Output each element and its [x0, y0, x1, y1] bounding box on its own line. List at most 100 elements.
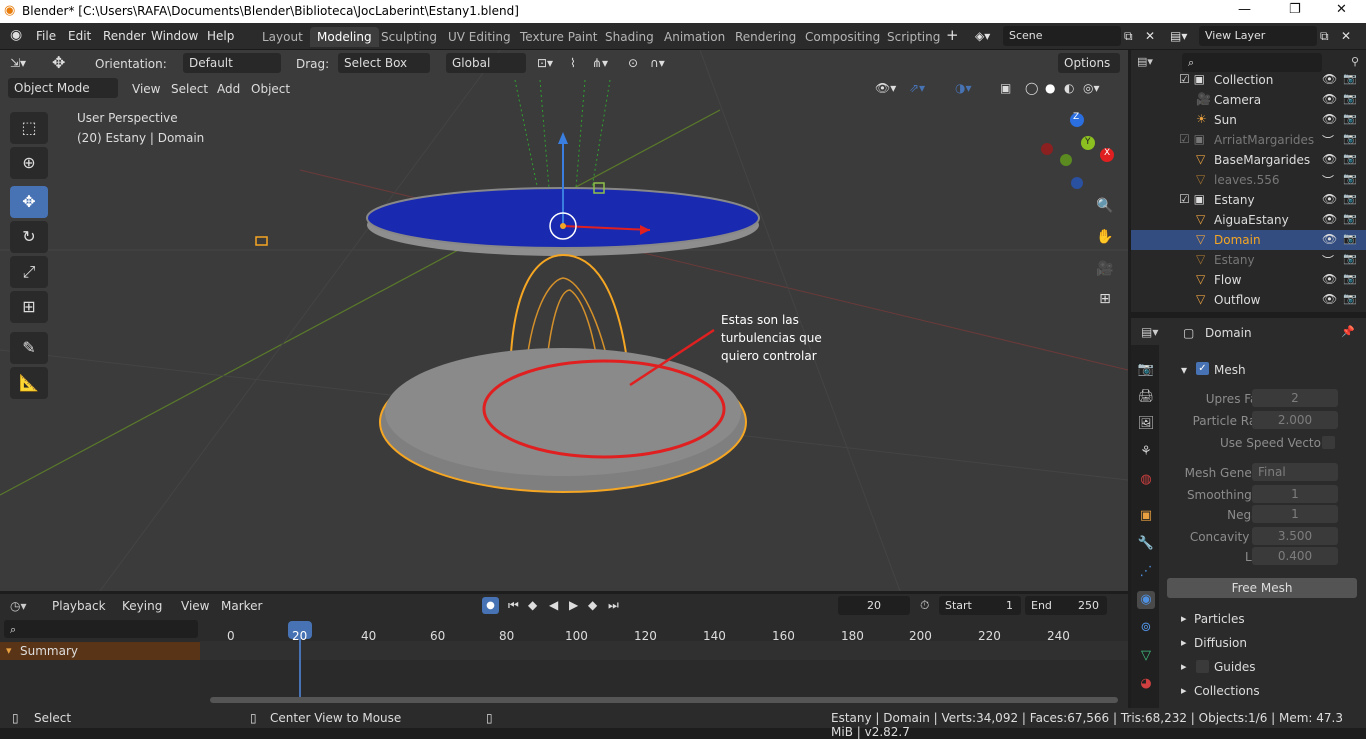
eye-icon[interactable]: 👁 — [1322, 152, 1337, 166]
overlay-icon[interactable]: ◑▾ — [955, 81, 972, 95]
concavity-lower-field[interactable]: 0.400 — [1252, 547, 1338, 565]
tab-modeling[interactable]: Modeling — [310, 27, 379, 47]
pin-icon[interactable]: 📌 — [1341, 325, 1355, 338]
tab-rendering[interactable]: Rendering — [728, 27, 803, 47]
eye-icon[interactable]: 👁 — [1322, 92, 1337, 106]
render-tab-icon[interactable]: 📷 — [1137, 361, 1155, 379]
end-frame-field[interactable]: End 250 — [1025, 596, 1107, 615]
perspective-toggle-icon[interactable]: ⊞ — [1091, 285, 1119, 313]
outliner-row-flow[interactable]: ▽ Flow 👁 📷 — [1131, 270, 1366, 290]
transform-orientation-dropdown[interactable]: Global — [446, 53, 526, 73]
start-frame-field[interactable]: Start 1 — [939, 596, 1021, 615]
transform-tool-icon[interactable]: ⇲▾ — [10, 56, 26, 70]
render-toggle-icon[interactable]: 📷 — [1343, 72, 1357, 85]
view-layer-tab-icon[interactable]: 🖼 — [1137, 415, 1155, 433]
render-toggle-icon[interactable]: 📷 — [1343, 292, 1357, 305]
particles-tab-icon[interactable]: ⋰ — [1137, 563, 1155, 581]
add-workspace-icon[interactable]: + — [946, 26, 959, 44]
falloff-icon[interactable]: ∩▾ — [650, 56, 665, 70]
eye-icon[interactable]: 👁 — [1322, 272, 1337, 286]
menu-edit[interactable]: Edit — [68, 29, 91, 43]
outliner-display-icon[interactable]: ▤▾ — [1137, 55, 1153, 68]
render-toggle-icon[interactable]: 📷 — [1343, 192, 1357, 205]
snap-target-icon[interactable]: ⋔▾ — [592, 56, 608, 70]
summary-collapse-icon[interactable]: ▾ — [6, 644, 12, 657]
eye-icon[interactable]: 👁 — [1322, 292, 1337, 306]
visibility-icon[interactable]: 👁▾ — [875, 81, 896, 95]
outliner-row-leaves[interactable]: ▽ leaves.556 ︶ 📷 — [1131, 170, 1366, 190]
measure-tool-icon[interactable]: 📐 — [10, 367, 48, 399]
cursor-tool-icon[interactable]: ⊕ — [10, 147, 48, 179]
move-gizmo-icon[interactable]: ✥ — [52, 53, 65, 72]
outliner-row-collection[interactable]: Collection ☑ ▣ 👁 📷 — [1131, 70, 1366, 90]
pivot-point-icon[interactable]: ⊡▾ — [537, 56, 553, 70]
scale-tool-icon[interactable]: ⤢ — [10, 256, 48, 288]
eye-icon[interactable]: 👁 — [1322, 232, 1337, 246]
wireframe-shading-icon[interactable]: ◯ — [1025, 81, 1038, 95]
filter-icon[interactable]: ⚲ — [1351, 55, 1359, 68]
menu-file[interactable]: File — [36, 29, 56, 43]
axis-z-icon[interactable]: Z — [1073, 112, 1079, 122]
marker-menu[interactable]: Marker — [221, 599, 262, 613]
mesh-generator-dropdown[interactable]: Final — [1252, 463, 1338, 481]
annotate-tool-icon[interactable]: ✎ — [10, 332, 48, 364]
outliner-row-outflow[interactable]: ▽ Outflow 👁 📷 — [1131, 290, 1366, 310]
physics-tab-icon[interactable]: ◉ — [1137, 591, 1155, 609]
viewport-3d[interactable]: ⇲▾ ✥ Orientation: Default Drag: Select B… — [0, 50, 1128, 591]
jump-start-icon[interactable]: ⏮ — [508, 598, 519, 613]
new-view-layer-icon[interactable]: ⧉ — [1320, 29, 1329, 44]
mesh-enable-checkbox[interactable]: ✓ — [1196, 362, 1209, 375]
eye-icon[interactable]: 👁 — [1322, 212, 1337, 226]
tab-shading[interactable]: Shading — [598, 27, 661, 47]
object-tab-icon[interactable]: ▣ — [1137, 507, 1155, 525]
material-shading-icon[interactable]: ◐ — [1064, 81, 1074, 95]
next-keyframe-icon[interactable]: ◆ — [588, 598, 597, 612]
view-layer-icon[interactable]: ▤▾ — [1170, 29, 1187, 43]
prev-keyframe-icon[interactable]: ◆ — [528, 598, 537, 612]
modifier-tab-icon[interactable]: 🔧 — [1137, 535, 1155, 553]
camera-view-icon[interactable]: 🎥 — [1091, 255, 1119, 283]
render-toggle-icon[interactable]: 📷 — [1343, 132, 1357, 145]
guides-checkbox[interactable] — [1196, 660, 1209, 673]
smoothing-positive-field[interactable]: 1 — [1252, 485, 1338, 503]
scene-name-field[interactable]: Scene — [1003, 26, 1121, 46]
auto-keying-icon[interactable]: ● — [482, 597, 499, 614]
menu-help[interactable]: Help — [207, 29, 234, 43]
current-frame-field[interactable]: 20 — [838, 596, 910, 615]
collections-panel-label[interactable]: Collections — [1194, 684, 1260, 698]
solid-shading-icon[interactable]: ● — [1045, 81, 1055, 95]
guides-panel-label[interactable]: Guides — [1214, 660, 1256, 674]
tab-uv-editing[interactable]: UV Editing — [441, 27, 518, 47]
guides-expand-icon[interactable]: ▸ — [1181, 660, 1187, 673]
timeline-search-input[interactable]: ⌕ — [4, 620, 198, 638]
tab-scripting[interactable]: Scripting — [880, 27, 947, 47]
render-toggle-icon[interactable]: 📷 — [1343, 152, 1357, 165]
xray-icon[interactable]: ▣ — [1000, 81, 1011, 95]
blender-menu-icon[interactable]: ◉ — [10, 27, 22, 43]
particles-panel-label[interactable]: Particles — [1194, 612, 1245, 626]
concavity-upper-field[interactable]: 3.500 — [1252, 527, 1338, 545]
particles-expand-icon[interactable]: ▸ — [1181, 612, 1187, 625]
eye-hidden-icon[interactable]: ︶ — [1322, 172, 1334, 189]
data-tab-icon[interactable]: ▽ — [1137, 647, 1155, 665]
render-toggle-icon[interactable]: 📷 — [1343, 212, 1357, 225]
play-icon[interactable]: ▶ — [569, 598, 578, 612]
timeline-scrollbar[interactable] — [210, 697, 1118, 703]
tab-animation[interactable]: Animation — [657, 27, 732, 47]
eye-hidden-icon[interactable]: ︶ — [1322, 252, 1334, 269]
object-mode-dropdown[interactable]: Object Mode — [8, 78, 118, 98]
outliner-row-domain[interactable]: ▽ Domain 👁 📷 — [1131, 230, 1366, 250]
summary-row[interactable]: ▾ Summary — [0, 642, 200, 660]
render-toggle-icon[interactable]: 📷 — [1343, 252, 1357, 265]
gizmo-icon[interactable]: ⇗▾ — [909, 81, 925, 95]
render-toggle-icon[interactable]: 📷 — [1343, 112, 1357, 125]
scene-tab-icon[interactable]: ⚘ — [1137, 443, 1155, 461]
outliner-row-estany-object[interactable]: ▽ Estany ︶ 📷 — [1131, 250, 1366, 270]
collections-expand-icon[interactable]: ▸ — [1181, 684, 1187, 697]
tab-compositing[interactable]: Compositing — [798, 27, 887, 47]
outliner-row-basemargarides[interactable]: ▽ BaseMargarides 👁 📷 — [1131, 150, 1366, 170]
render-toggle-icon[interactable]: 📷 — [1343, 92, 1357, 105]
add-menu[interactable]: Add — [217, 82, 240, 96]
select-tool-icon[interactable]: ⬚ — [10, 112, 48, 144]
object-menu[interactable]: Object — [251, 82, 290, 96]
